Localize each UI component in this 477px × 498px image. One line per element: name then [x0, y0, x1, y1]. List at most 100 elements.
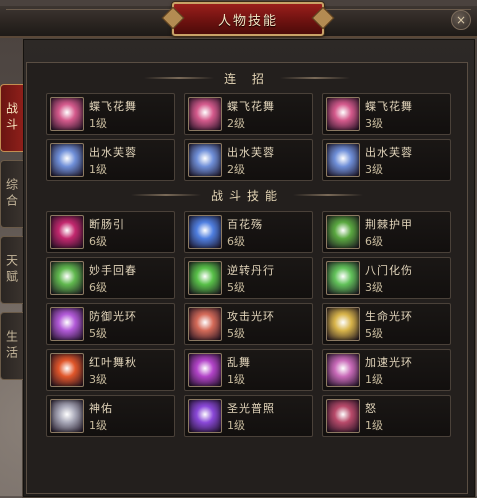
skill-panel: 连 招 战斗技能 蝶飞花舞 1级 蝶飞花舞 2级 蝶飞花舞 3级 出水芙蓉 1级 出水芙蓉 2级出…	[26, 62, 468, 494]
skill-name: 防御光环	[89, 310, 137, 323]
skill-slot[interactable]: 蝶飞花舞 3级	[322, 93, 451, 135]
ornament-left	[130, 194, 201, 196]
skill-name: 蝶飞花舞	[89, 100, 137, 113]
skill-slot[interactable]: 出水芙蓉 2级	[184, 139, 313, 181]
skill-name: 加速光环	[365, 356, 413, 369]
skill-name: 圣光普照	[227, 402, 275, 415]
ornament-right	[279, 77, 350, 79]
skill-level: 6级	[227, 235, 245, 248]
section-title: 连 招	[224, 71, 270, 86]
skill-slot[interactable]: 荆棘护甲 6级	[322, 211, 451, 253]
skill-slot[interactable]: 出水芙蓉 3级	[322, 139, 451, 181]
skill-level: 6级	[89, 235, 107, 248]
skill-name: 神佑	[89, 402, 113, 415]
skill-slot[interactable]: 百花殇 6级	[184, 211, 313, 253]
skill-slot[interactable]: 红叶舞秋 3级	[46, 349, 175, 391]
skill-level: 6级	[365, 235, 383, 248]
tab-label: 生活	[4, 330, 19, 362]
hundred-flowers-icon	[188, 215, 222, 249]
combat-skills-section-header: 战斗技能	[27, 186, 467, 204]
skill-level: 1级	[227, 373, 245, 386]
skill-slot[interactable]: 妙手回春 6级	[46, 257, 175, 299]
skills-window: 人物技能 × 战斗 综合 天赋 生活 连 招 战斗技能 蝶飞花舞 1级 蝶飞花舞 2级…	[0, 2, 477, 498]
skill-level: 1级	[365, 373, 383, 386]
tab-combat[interactable]: 战斗	[0, 84, 23, 152]
ornament-right	[293, 194, 363, 196]
rage-icon	[326, 399, 360, 433]
skill-name: 荆棘护甲	[365, 218, 413, 231]
skill-slot[interactable]: 圣光普照 1级	[184, 395, 313, 437]
thorn-armor-icon	[326, 215, 360, 249]
skill-slot[interactable]: 乱舞 1级	[184, 349, 313, 391]
section-title: 战斗技能	[210, 188, 283, 203]
skill-level: 6级	[89, 281, 107, 294]
skill-level: 5级	[365, 327, 383, 340]
red-leaf-icon	[50, 353, 84, 387]
lotus-icon	[326, 143, 360, 177]
skill-slot[interactable]: 怒 1级	[322, 395, 451, 437]
skill-name: 逆转丹行	[227, 264, 275, 277]
close-button[interactable]: ×	[451, 10, 471, 30]
skill-slot[interactable]: 出水芙蓉 1级	[46, 139, 175, 181]
skill-name: 八门化伤	[365, 264, 413, 277]
skill-level: 1级	[365, 419, 383, 432]
skill-slot[interactable]: 蝶飞花舞 1级	[46, 93, 175, 135]
skill-slot[interactable]: 八门化伤 3级	[322, 257, 451, 299]
skill-name: 生命光环	[365, 310, 413, 323]
skill-slot[interactable]: 生命光环 5级	[322, 303, 451, 345]
combo-section-header: 连 招	[27, 69, 467, 87]
attack-aura-icon	[188, 307, 222, 341]
tab-label: 战斗	[4, 102, 19, 134]
butterfly-dance-icon	[50, 97, 84, 131]
skill-slot[interactable]: 攻击光环 5级	[184, 303, 313, 345]
tab-talent[interactable]: 天赋	[0, 236, 23, 304]
tab-general[interactable]: 综合	[0, 160, 23, 228]
skill-name: 蝶飞花舞	[227, 100, 275, 113]
lotus-icon	[188, 143, 222, 177]
divine-blessing-icon	[50, 399, 84, 433]
skill-level: 3级	[365, 163, 383, 176]
life-aura-icon	[326, 307, 360, 341]
tab-life[interactable]: 生活	[0, 312, 23, 380]
tab-label: 天赋	[4, 254, 19, 286]
skill-slot[interactable]: 加速光环 1级	[322, 349, 451, 391]
defense-aura-icon	[50, 307, 84, 341]
skill-name: 乱舞	[227, 356, 251, 369]
title-plate: 人物技能	[172, 2, 324, 36]
skill-name: 断肠引	[89, 218, 125, 231]
butterfly-dance-icon	[326, 97, 360, 131]
skill-level: 5级	[227, 327, 245, 340]
skill-slot[interactable]: 神佑 1级	[46, 395, 175, 437]
eight-gates-icon	[326, 261, 360, 295]
skill-slot[interactable]: 逆转丹行 5级	[184, 257, 313, 299]
skill-name: 红叶舞秋	[89, 356, 137, 369]
title-bar: 人物技能 ×	[0, 2, 477, 38]
haste-aura-icon	[326, 353, 360, 387]
skill-name: 蝶飞花舞	[365, 100, 413, 113]
skill-level: 5级	[89, 327, 107, 340]
ornament-left	[144, 77, 215, 79]
reverse-elixir-icon	[188, 261, 222, 295]
butterfly-dance-icon	[188, 97, 222, 131]
wild-dance-icon	[188, 353, 222, 387]
skill-level: 1级	[89, 163, 107, 176]
skill-level: 2级	[227, 117, 245, 130]
skill-level: 3级	[365, 117, 383, 130]
skill-level: 1级	[89, 117, 107, 130]
skill-slot[interactable]: 蝶飞花舞 2级	[184, 93, 313, 135]
skill-level: 1级	[89, 419, 107, 432]
skill-level: 3级	[365, 281, 383, 294]
tab-label: 综合	[4, 178, 19, 210]
holy-light-icon	[188, 399, 222, 433]
skill-name: 出水芙蓉	[365, 146, 413, 159]
skill-name: 出水芙蓉	[227, 146, 275, 159]
healing-hands-icon	[50, 261, 84, 295]
skill-name: 妙手回春	[89, 264, 137, 277]
skill-name: 攻击光环	[227, 310, 275, 323]
window-title: 人物技能	[217, 13, 278, 29]
skill-name: 百花殇	[227, 218, 263, 231]
skill-slot[interactable]: 防御光环 5级	[46, 303, 175, 345]
skill-slot[interactable]: 断肠引 6级	[46, 211, 175, 253]
skill-name: 出水芙蓉	[89, 146, 137, 159]
skill-level: 1级	[227, 419, 245, 432]
